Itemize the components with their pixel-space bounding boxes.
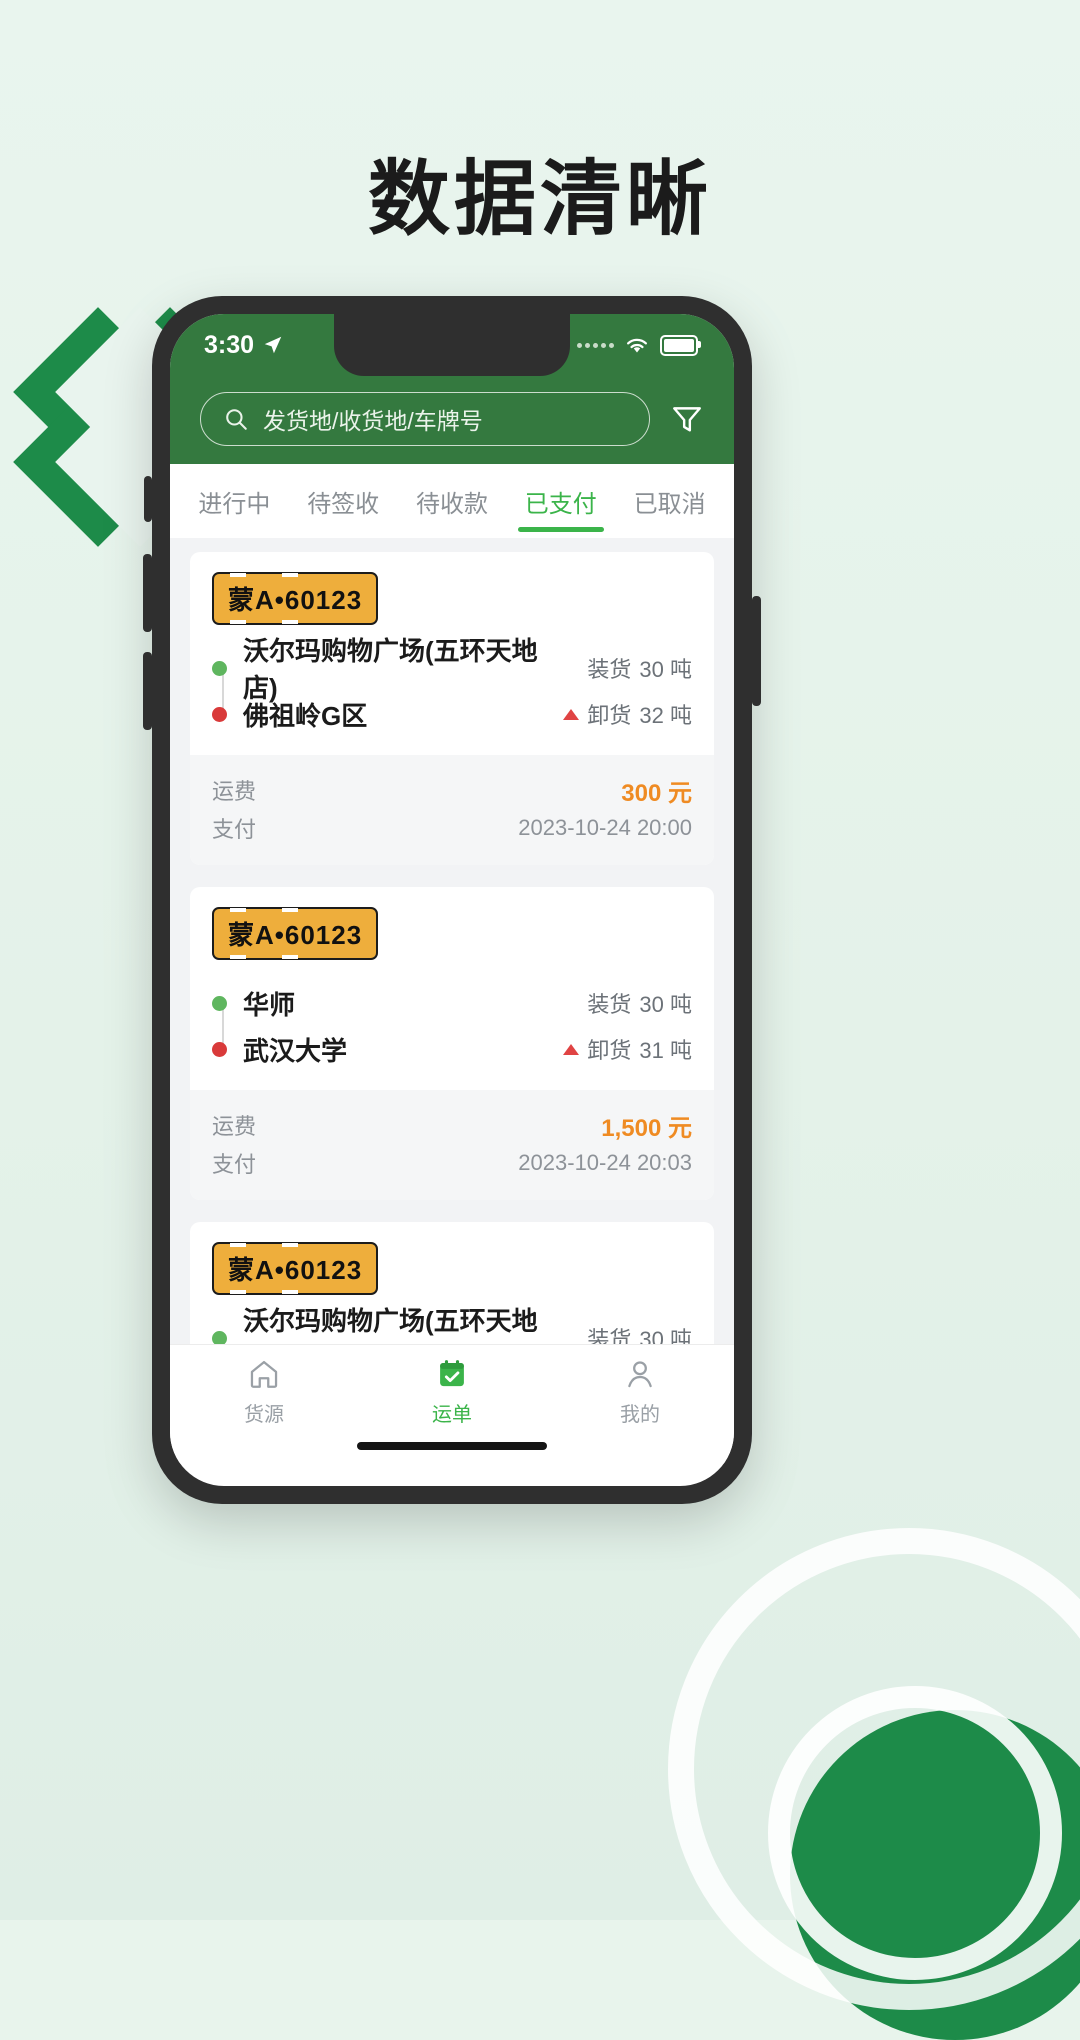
destination-dot-icon (212, 1041, 227, 1057)
decorative-circle-outline-small (768, 1686, 1062, 1980)
route-connector (222, 1006, 224, 1046)
payment-label: 支付 (212, 817, 257, 842)
card-header: 蒙A•60123 华师 装货 30 吨 武汉大学 卸货 31 吨 (190, 887, 714, 1090)
payment-time: 2023-10-24 20:03 (518, 1150, 692, 1175)
route-block: 沃尔玛购物广场(五环天地店) 装货 30 吨 佛祖岭G区 卸货 (212, 1306, 692, 1344)
destination-name: 武汉大学 (243, 1035, 348, 1066)
destination-row: 佛祖岭G区 卸货 32 吨 (212, 691, 692, 737)
waybill-card[interactable]: 蒙A•60123 沃尔玛购物广场(五环天地店) 装货 30 吨 (190, 1222, 714, 1344)
nav-label-profile: 我的 (620, 1404, 660, 1426)
person-icon (628, 1361, 652, 1388)
destination-dot-icon (212, 706, 227, 722)
fee-label: 运费 (212, 1114, 257, 1139)
battery-icon (660, 334, 701, 356)
volume-up-button[interactable] (143, 554, 152, 632)
tab-pending-signature[interactable]: 待签收 (303, 464, 383, 538)
unload-label: 卸货 (587, 703, 632, 728)
card-footer: 运费 1,500 元 支付 2023-10-24 20:03 (190, 1090, 714, 1200)
origin-row: 沃尔玛购物广场(五环天地店) 装货 30 吨 (212, 636, 692, 703)
trend-up-icon (563, 708, 580, 720)
card-footer: 运费 300 元 支付 2023-10-24 20:00 (190, 755, 714, 865)
wifi-icon (627, 338, 647, 352)
payment-row: 支付 2023-10-24 20:00 (212, 809, 692, 847)
phone-screen: 3:30 发货地/收货地/车牌号 进行中 待签收 待收款 已支付 已取消 蒙A•… (170, 314, 734, 1486)
phone-notch (334, 314, 570, 376)
mute-switch[interactable] (144, 476, 152, 522)
load-label: 装货 (587, 1327, 632, 1344)
search-row: 发货地/收货地/车牌号 (170, 376, 734, 446)
volume-down-button[interactable] (143, 652, 152, 730)
load-label: 装货 (587, 992, 632, 1017)
route-block: 华师 装货 30 吨 武汉大学 卸货 31 吨 (212, 980, 692, 1072)
origin-row: 华师 装货 30 吨 (212, 980, 692, 1026)
search-icon (226, 409, 247, 430)
page-title: 数据清晰 (367, 154, 712, 245)
nav-item-profile[interactable]: 我的 (565, 1357, 715, 1427)
payment-label: 支付 (212, 1152, 257, 1177)
route-connector (222, 671, 224, 711)
unload-amount: 卸货 31 吨 (563, 1033, 692, 1065)
load-amount: 装货 30 吨 (587, 987, 692, 1019)
status-time: 3:30 (204, 330, 255, 359)
origin-dot-icon (212, 660, 227, 676)
license-plate-badge: 蒙A•60123 (212, 1242, 379, 1295)
waybill-card[interactable]: 蒙A•60123 沃尔玛购物广场(五环天地店) 装货 30 吨 (190, 552, 714, 865)
status-time-group: 3:30 (204, 331, 284, 360)
destination-name: 佛祖岭G区 (243, 700, 368, 731)
fee-label: 运费 (212, 779, 257, 804)
clipboard-check-icon (440, 1360, 464, 1387)
signal-dots-icon (577, 342, 614, 348)
tab-cancelled[interactable]: 已取消 (630, 464, 710, 538)
phone-frame: 3:30 发货地/收货地/车牌号 进行中 待签收 待收款 已支付 已取消 蒙A•… (143, 296, 761, 1504)
load-value: 30 吨 (639, 992, 692, 1017)
destination-row: 武汉大学 卸货 31 吨 (212, 1026, 692, 1072)
tab-in-progress[interactable]: 进行中 (194, 464, 274, 538)
fee-row: 运费 300 元 (212, 771, 692, 809)
status-icons (577, 334, 701, 356)
origin-row: 沃尔玛购物广场(五环天地店) 装货 30 吨 (212, 1306, 692, 1344)
search-input[interactable]: 发货地/收货地/车牌号 (200, 392, 650, 446)
nav-label-goods: 货源 (244, 1404, 284, 1426)
tab-pending-payment[interactable]: 待收款 (412, 464, 492, 538)
nav-label-waybill: 运单 (432, 1404, 472, 1426)
fee-value: 1,500 元 (601, 1114, 692, 1142)
waybill-card[interactable]: 蒙A•60123 华师 装货 30 吨 武汉大学 卸货 31 吨 运费 1,50… (190, 887, 714, 1200)
unload-label: 卸货 (587, 1038, 632, 1063)
license-plate-badge: 蒙A•60123 (212, 907, 379, 960)
filter-funnel-icon[interactable] (670, 402, 704, 436)
home-indicator[interactable] (357, 1442, 547, 1450)
fee-value: 300 元 (621, 779, 692, 807)
load-value: 30 吨 (639, 1327, 692, 1344)
payment-time: 2023-10-24 20:00 (518, 815, 692, 840)
load-amount: 装货 30 吨 (587, 652, 692, 684)
home-icon (250, 1360, 278, 1388)
nav-item-waybill[interactable]: 运单 (377, 1357, 527, 1427)
card-header: 蒙A•60123 沃尔玛购物广场(五环天地店) 装货 30 吨 (190, 552, 714, 755)
trend-up-icon (563, 1043, 580, 1055)
origin-dot-icon (212, 1330, 227, 1344)
origin-name: 华师 (243, 989, 296, 1020)
tab-paid[interactable]: 已支付 (521, 464, 601, 538)
location-arrow-icon (264, 336, 282, 354)
search-placeholder: 发货地/收货地/车牌号 (263, 408, 483, 434)
origin-name: 沃尔玛购物广场(五环天地店) (243, 1306, 538, 1344)
unload-value: 32 吨 (639, 703, 692, 728)
load-label: 装货 (587, 657, 632, 682)
origin-dot-icon (212, 995, 227, 1011)
load-value: 30 吨 (639, 657, 692, 682)
load-amount: 装货 30 吨 (587, 1322, 692, 1344)
tab-bar: 进行中 待签收 待收款 已支付 已取消 (170, 464, 734, 538)
nav-item-goods[interactable]: 货源 (189, 1357, 339, 1427)
unload-value: 31 吨 (639, 1038, 692, 1063)
fee-row: 运费 1,500 元 (212, 1106, 692, 1144)
power-button[interactable] (752, 596, 761, 706)
route-block: 沃尔玛购物广场(五环天地店) 装货 30 吨 佛祖岭G区 卸货 (212, 636, 692, 737)
license-plate-badge: 蒙A•60123 (212, 572, 379, 625)
unload-amount: 卸货 32 吨 (563, 698, 692, 730)
card-header: 蒙A•60123 沃尔玛购物广场(五环天地店) 装货 30 吨 (190, 1222, 714, 1344)
waybill-list[interactable]: 蒙A•60123 沃尔玛购物广场(五环天地店) 装货 30 吨 佛祖岭G区 卸货… (170, 538, 734, 1344)
payment-row: 支付 2023-10-24 20:03 (212, 1144, 692, 1182)
bottom-nav: 货源 运单 我的 (170, 1344, 734, 1464)
origin-name: 沃尔玛购物广场(五环天地店) (243, 636, 538, 703)
